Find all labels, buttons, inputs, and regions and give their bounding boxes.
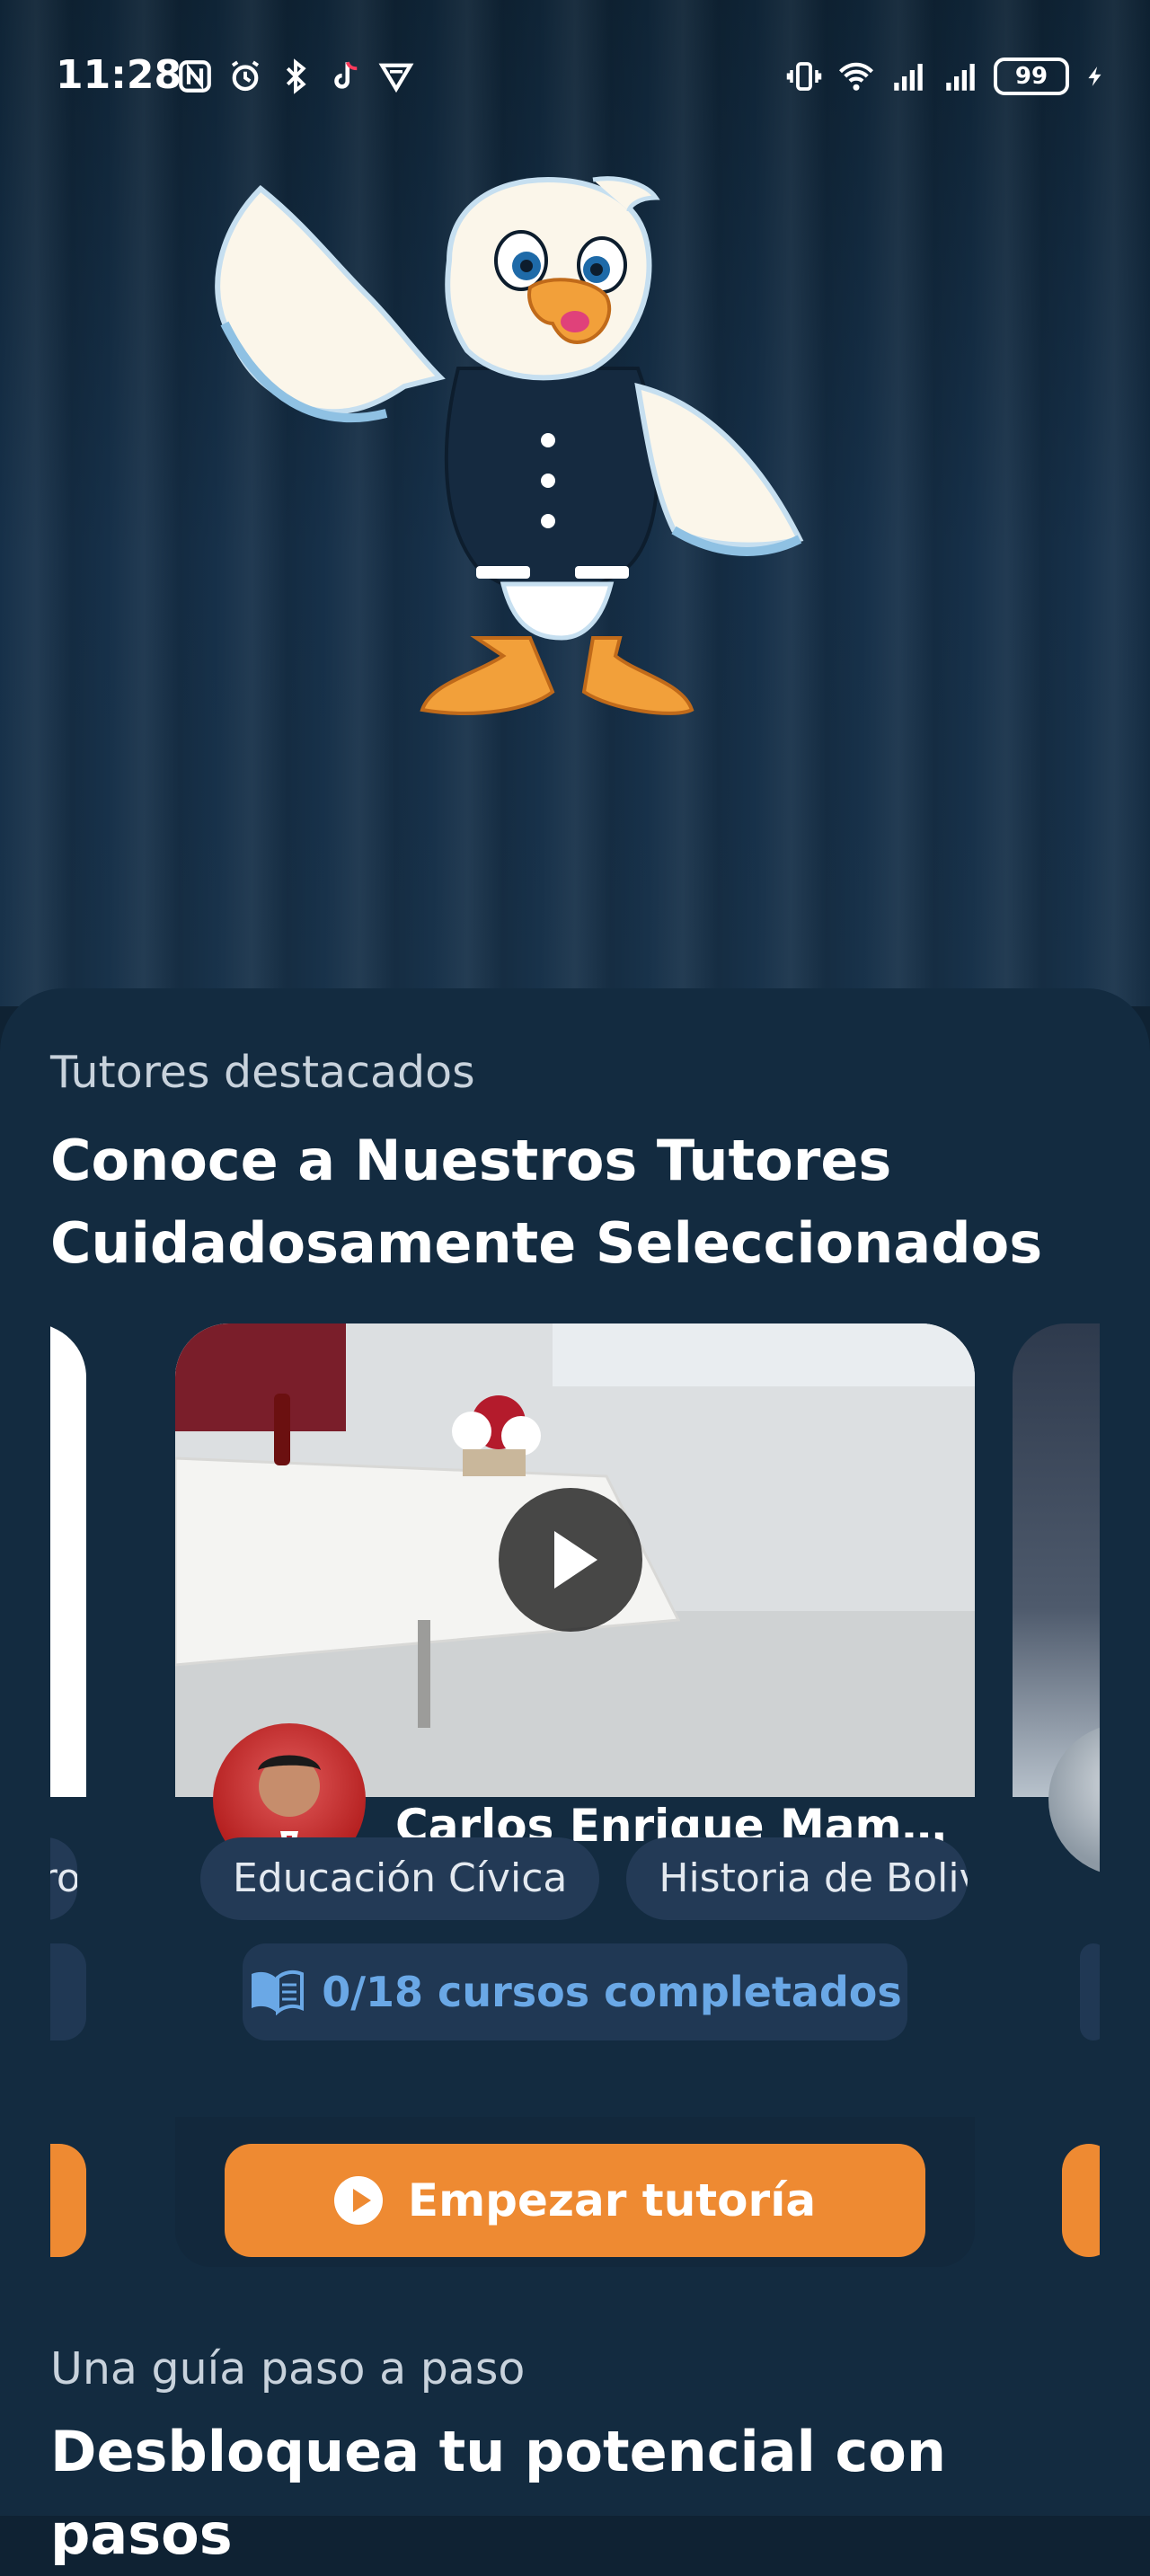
tutor-card-next[interactable] <box>1013 1323 1100 2267</box>
play-circle-icon <box>333 2176 383 2225</box>
tutor-video-thumbnail[interactable] <box>1013 1323 1100 1797</box>
tutor-video-thumbnail[interactable] <box>50 1323 86 1797</box>
bluetooth-icon <box>286 58 306 94</box>
guide-title: Desbloquea tu potencial con pasos <box>50 2419 946 2567</box>
tutors-title: Conoce a Nuestros Tutores Cuidadosamente… <box>50 1128 1043 1276</box>
guide-eyebrow: Una guía paso a paso <box>50 2343 526 2395</box>
vpn-icon <box>378 63 414 93</box>
start-tutoring-label: Empezar tutoría <box>407 2174 817 2226</box>
tiktok-icon <box>334 61 358 89</box>
alarm-icon <box>231 60 260 92</box>
status-bar: 11:28 99 <box>0 0 1150 153</box>
start-tutoring-button[interactable] <box>1062 2144 1100 2257</box>
cta-area: Empezar tutoría <box>175 2117 975 2267</box>
battery-icon: 99 <box>994 58 1069 95</box>
vibrate-icon <box>786 62 822 91</box>
book-icon <box>252 1970 305 2015</box>
signal-icon <box>894 64 923 91</box>
tutor-card[interactable]: Carlos Enrique Mama... Educación Cívica … <box>175 1323 975 2267</box>
tutor-subject-chip: Prog <box>50 1837 77 1920</box>
tutor-carousel[interactable]: Prog <box>50 1323 1100 2267</box>
wifi-icon <box>839 62 873 91</box>
status-right-icons: 99 <box>785 56 1107 97</box>
tutor-progress <box>1080 1943 1100 2040</box>
start-tutoring-button[interactable] <box>50 2144 86 2257</box>
signal-icon <box>946 64 975 91</box>
courses-progress-badge: 0/18 cursos completados <box>243 1943 907 2040</box>
chip-label: Prog <box>50 1855 77 1901</box>
tutor-subject-chip: Educación Cívica <box>200 1837 600 1920</box>
tutors-eyebrow: Tutores destacados <box>50 1047 475 1098</box>
tutor-subject-chips: Educación Cívica Historia de Boliv <box>200 1837 969 1920</box>
battery-level: 99 <box>1014 63 1048 90</box>
status-time: 11:28 <box>56 52 182 98</box>
start-tutoring-button[interactable]: Empezar tutoría <box>225 2144 925 2257</box>
nfc-icon <box>179 60 211 93</box>
tutor-subject-chip: Historia de Boliv <box>626 1837 969 1920</box>
status-left-icons <box>176 56 415 97</box>
play-video-button[interactable] <box>499 1488 642 1632</box>
tutor-card-previous[interactable]: Prog <box>50 1323 86 2267</box>
tutor-progress <box>50 1943 86 2040</box>
charging-icon <box>1088 66 1101 86</box>
courses-progress-text: 0/18 cursos completados <box>322 1968 902 2016</box>
eagle-mascot-illustration <box>215 176 804 715</box>
